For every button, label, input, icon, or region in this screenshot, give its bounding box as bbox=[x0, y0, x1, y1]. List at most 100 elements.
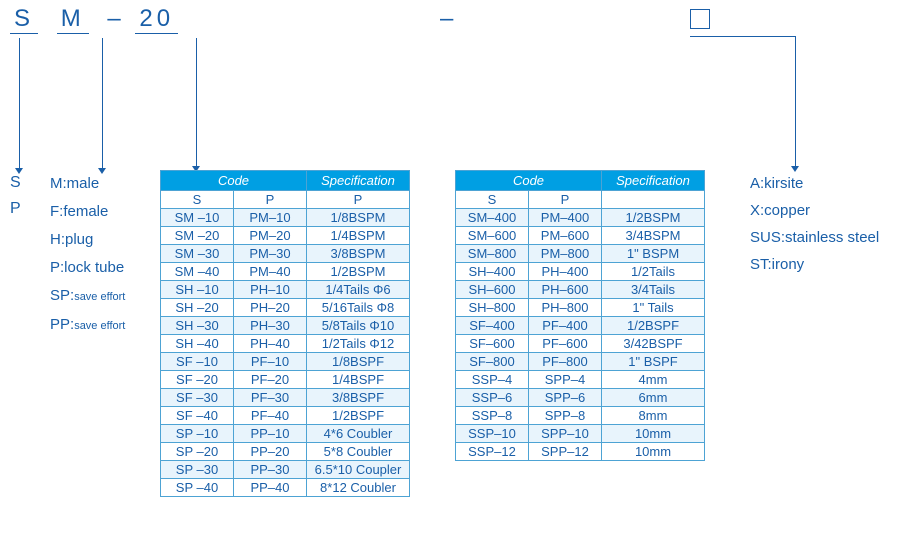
table-cell: PH–40 bbox=[234, 335, 307, 353]
table-cell: 1/2BSPM bbox=[307, 263, 410, 281]
table-cell: SSP–8 bbox=[456, 407, 529, 425]
part-number-pattern: S M – 20 – bbox=[10, 5, 186, 34]
table-cell: 4*6 Coubler bbox=[307, 425, 410, 443]
seg-s: S bbox=[10, 5, 38, 34]
th-spec: Specification bbox=[602, 171, 705, 191]
table-cell: PH–600 bbox=[529, 281, 602, 299]
th-code: Code bbox=[161, 171, 307, 191]
table-cell: SH –30 bbox=[161, 317, 234, 335]
suffix-item: SUS:stainless steel bbox=[750, 224, 879, 251]
table-cell: PH–30 bbox=[234, 317, 307, 335]
table-cell: PH–400 bbox=[529, 263, 602, 281]
table-cell: SM –20 bbox=[161, 227, 234, 245]
table-cell: 1/8BSPM bbox=[307, 209, 410, 227]
th-blank bbox=[602, 191, 705, 209]
table-row: SM –10PM–101/8BSPM bbox=[161, 209, 410, 227]
table-cell: PF–20 bbox=[234, 371, 307, 389]
table-row: SP –40PP–408*12 Coubler bbox=[161, 479, 410, 497]
table-row: SSP–8SPP–88mm bbox=[456, 407, 705, 425]
table-cell: SH–400 bbox=[456, 263, 529, 281]
table-row: SF–400PF–4001/2BSPF bbox=[456, 317, 705, 335]
table-cell: 3/4BSPM bbox=[602, 227, 705, 245]
table-cell: 3/4Tails bbox=[602, 281, 705, 299]
prefix-2-item: F:female bbox=[50, 198, 125, 226]
table-row: SF –20PF–201/4BSPF bbox=[161, 371, 410, 389]
opt-s: S bbox=[10, 170, 21, 196]
arrow-line bbox=[690, 36, 795, 37]
table-cell: PF–40 bbox=[234, 407, 307, 425]
table-cell: SP –20 bbox=[161, 443, 234, 461]
table-cell: 5*8 Coubler bbox=[307, 443, 410, 461]
prefix-2-item: P:lock tube bbox=[50, 254, 125, 282]
th-spec: Specification bbox=[307, 171, 410, 191]
table-cell: SH –20 bbox=[161, 299, 234, 317]
seg-m: M bbox=[57, 5, 89, 34]
table-cell: PM–30 bbox=[234, 245, 307, 263]
th-p2: P bbox=[307, 191, 410, 209]
table-cell: 1/4Tails Φ6 bbox=[307, 281, 410, 299]
table-cell: PM–400 bbox=[529, 209, 602, 227]
table-cell: 1/2BSPF bbox=[307, 407, 410, 425]
table-row: SP –10PP–104*6 Coubler bbox=[161, 425, 410, 443]
th-code: Code bbox=[456, 171, 602, 191]
table-cell: SH–600 bbox=[456, 281, 529, 299]
th-p: P bbox=[529, 191, 602, 209]
prefix-2-item: M:male bbox=[50, 170, 125, 198]
arrow-line bbox=[196, 38, 197, 166]
seg-20: 20 bbox=[135, 5, 178, 34]
table-cell: PM–600 bbox=[529, 227, 602, 245]
table-cell: SPP–12 bbox=[529, 443, 602, 461]
table-cell: 6.5*10 Coupler bbox=[307, 461, 410, 479]
table-cell: PP–40 bbox=[234, 479, 307, 497]
th-s: S bbox=[161, 191, 234, 209]
table-row: SF –30PF–303/8BSPF bbox=[161, 389, 410, 407]
table-row: SF –40PF–401/2BSPF bbox=[161, 407, 410, 425]
table-cell: PM–800 bbox=[529, 245, 602, 263]
table-cell: SP –10 bbox=[161, 425, 234, 443]
table-cell: SF –10 bbox=[161, 353, 234, 371]
table-cell: SPP–8 bbox=[529, 407, 602, 425]
table-cell: 6mm bbox=[602, 389, 705, 407]
th-p: P bbox=[234, 191, 307, 209]
table-cell: 1/2Tails Φ12 bbox=[307, 335, 410, 353]
table-cell: PF–800 bbox=[529, 353, 602, 371]
table-row: SH –30PH–305/8Tails Φ10 bbox=[161, 317, 410, 335]
table-cell: PM–20 bbox=[234, 227, 307, 245]
table-cell: 3/8BSPM bbox=[307, 245, 410, 263]
prefix-2-options: M:maleF:femaleH:plugP:lock tubeSP:save e… bbox=[50, 170, 125, 340]
table-cell: SM–600 bbox=[456, 227, 529, 245]
table-cell: PH–20 bbox=[234, 299, 307, 317]
table-row: SP –20PP–205*8 Coubler bbox=[161, 443, 410, 461]
table-cell: SM–400 bbox=[456, 209, 529, 227]
prefix-2-item: H:plug bbox=[50, 226, 125, 254]
table-cell: 8mm bbox=[602, 407, 705, 425]
arrow-line bbox=[19, 38, 20, 168]
table-cell: PF–10 bbox=[234, 353, 307, 371]
sep: – bbox=[440, 5, 457, 33]
suffix-options: A:kirsiteX:copperSUS:stainless steelST:i… bbox=[750, 170, 879, 278]
table-cell: SM –10 bbox=[161, 209, 234, 227]
table-cell: PF–30 bbox=[234, 389, 307, 407]
table-cell: 1" Tails bbox=[602, 299, 705, 317]
table-cell: SF–400 bbox=[456, 317, 529, 335]
table-row: SF –10PF–101/8BSPF bbox=[161, 353, 410, 371]
table-row: SH –20PH–205/16Tails Φ8 bbox=[161, 299, 410, 317]
table-row: SF–800PF–8001" BSPF bbox=[456, 353, 705, 371]
table-cell: 3/8BSPF bbox=[307, 389, 410, 407]
table-row: SSP–4SPP–44mm bbox=[456, 371, 705, 389]
table-cell: SF –40 bbox=[161, 407, 234, 425]
table-cell: 8*12 Coubler bbox=[307, 479, 410, 497]
opt-p: P bbox=[10, 196, 21, 222]
table-cell: PM–40 bbox=[234, 263, 307, 281]
table-cell: SH –40 bbox=[161, 335, 234, 353]
table-cell: SH–800 bbox=[456, 299, 529, 317]
suffix-item: ST:irony bbox=[750, 251, 879, 278]
table-cell: SSP–12 bbox=[456, 443, 529, 461]
table-cell: 10mm bbox=[602, 425, 705, 443]
table-row: SH–800PH–8001" Tails bbox=[456, 299, 705, 317]
sep: – bbox=[107, 5, 124, 32]
table-cell: SM –40 bbox=[161, 263, 234, 281]
table-row: SSP–6SPP–66mm bbox=[456, 389, 705, 407]
table-cell: SP –30 bbox=[161, 461, 234, 479]
table-cell: SF –30 bbox=[161, 389, 234, 407]
